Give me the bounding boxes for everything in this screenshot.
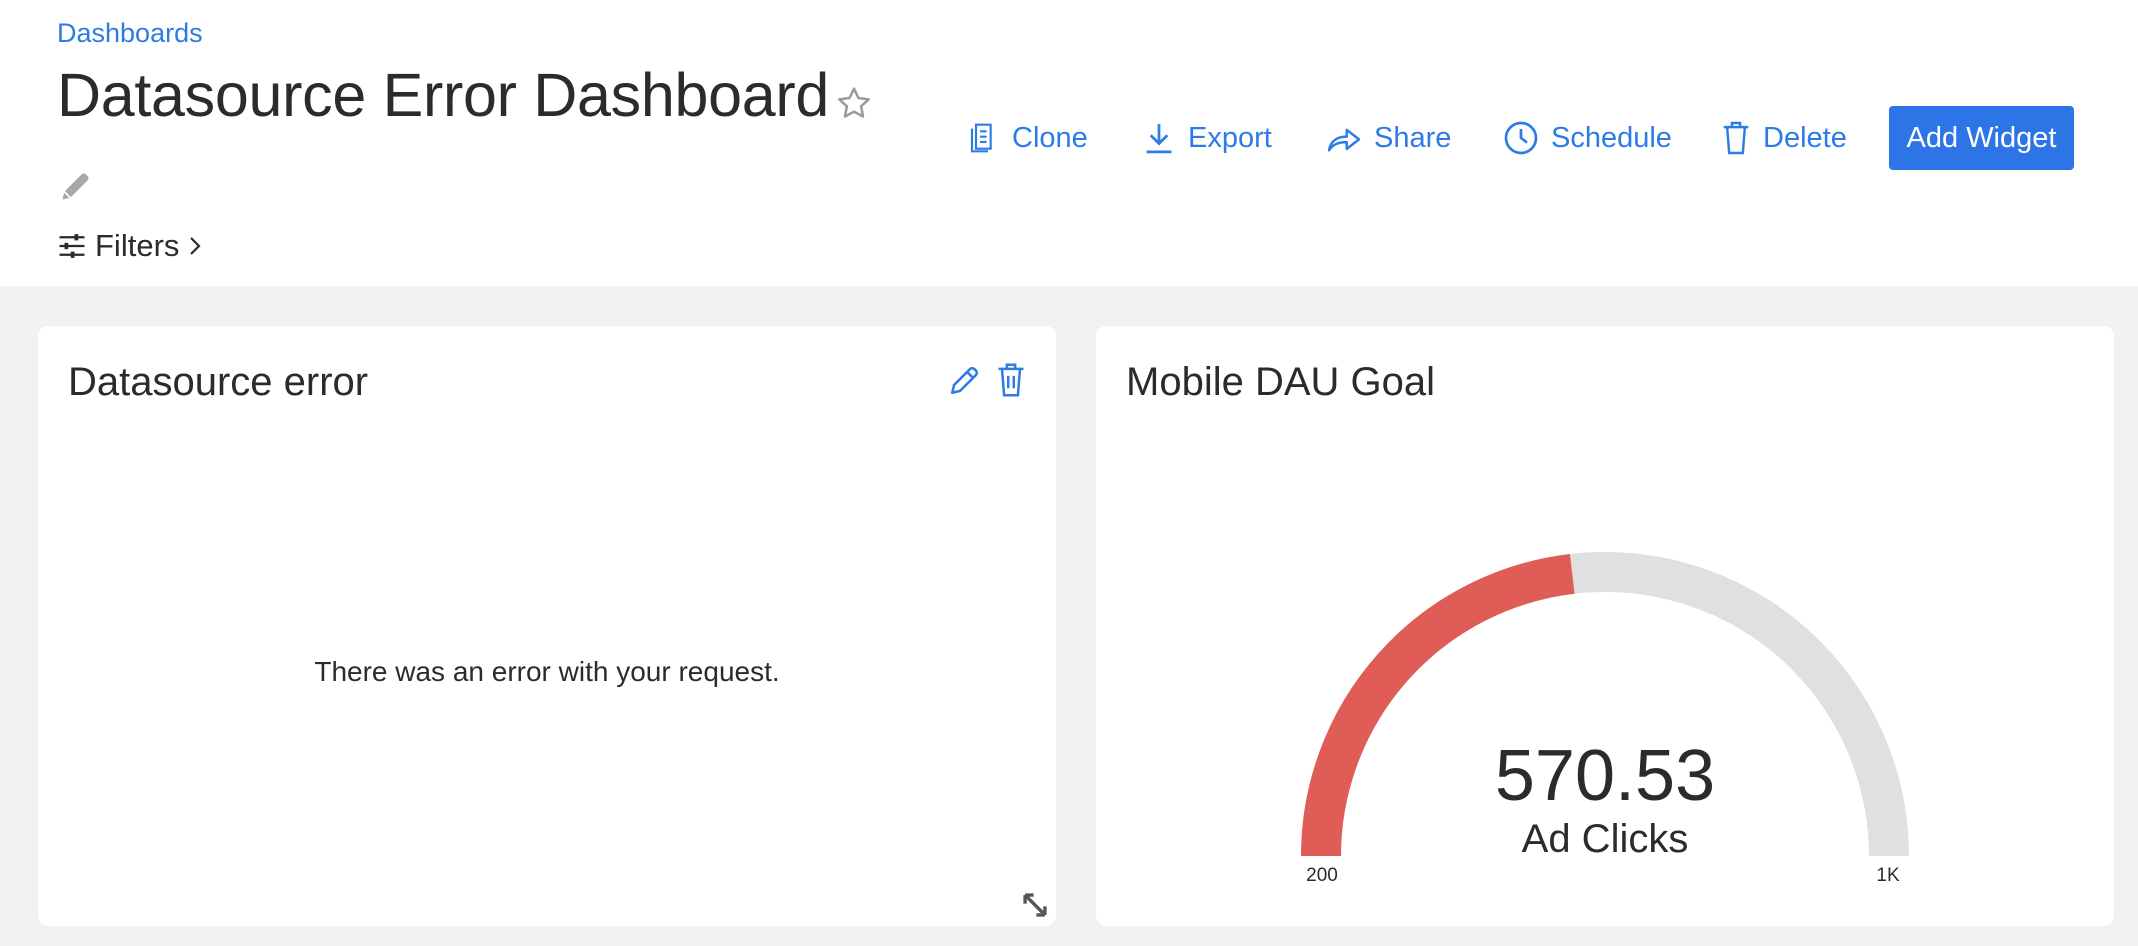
delete-label: Delete [1763, 121, 1847, 154]
add-widget-button[interactable]: Add Widget [1889, 106, 2074, 170]
widget-datasource-error: Datasource error There was an error with… [38, 326, 1056, 926]
clone-button[interactable]: Clone [968, 106, 1088, 170]
export-button[interactable]: Export [1142, 106, 1272, 170]
delete-widget-trash-icon[interactable] [994, 362, 1028, 398]
download-icon [1146, 124, 1172, 154]
widget-actions [948, 362, 1028, 398]
clone-document-icon [970, 123, 992, 153]
breadcrumb-dashboards[interactable]: Dashboards [57, 18, 203, 49]
sliders-icon [59, 234, 85, 258]
share-label: Share [1374, 121, 1452, 154]
edit-widget-pencil-icon[interactable] [948, 362, 982, 398]
dashboard-toolbar: Clone Export Share Schedule Delete [0, 106, 2138, 170]
share-arrow-icon [1327, 128, 1361, 152]
export-label: Export [1188, 121, 1272, 154]
resize-handle-icon[interactable] [1018, 888, 1052, 922]
chevron-right-icon [190, 237, 201, 255]
filters-label: Filters [95, 228, 180, 263]
gauge-unit-text: Ad Clicks [1522, 817, 1689, 861]
gauge-chart: 570.53 Ad Clicks 200 1K [1301, 552, 1909, 886]
gauge-max-label: 1K [1876, 865, 1900, 886]
schedule-button[interactable]: Schedule [1503, 106, 1672, 170]
trash-icon [1723, 121, 1749, 155]
dashboard-canvas: Datasource error There was an error with… [0, 286, 2138, 946]
widget-title: Datasource error [68, 360, 369, 404]
clone-label: Clone [1012, 121, 1088, 154]
gauge-min-label: 200 [1306, 865, 1338, 886]
widget-mobile-dau-goal: Mobile DAU Goal 570.53 Ad Clicks 200 1K [1096, 326, 2114, 926]
delete-button[interactable]: Delete [1721, 106, 1847, 170]
filters-toggle[interactable]: Filters [57, 226, 203, 266]
dashboard-header: Dashboards Datasource Error Dashboard Fi… [0, 0, 2138, 286]
schedule-label: Schedule [1551, 121, 1672, 154]
edit-dashboard-pencil-icon[interactable] [58, 168, 94, 204]
error-message: There was an error with your request. [314, 656, 780, 687]
share-button[interactable]: Share [1326, 106, 1451, 170]
gauge-value-text: 570.53 [1495, 736, 1715, 816]
clock-icon [1504, 121, 1538, 155]
